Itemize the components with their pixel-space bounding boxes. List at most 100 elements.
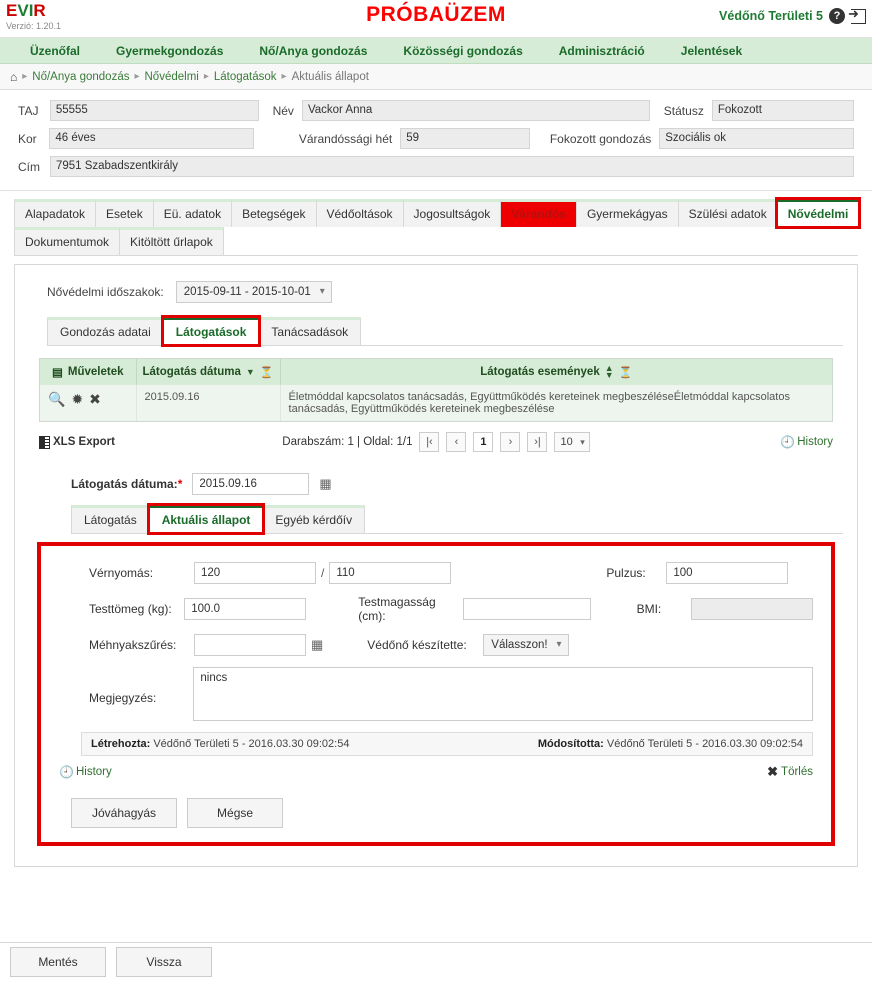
nav-item-kozossegi-gondozas[interactable]: Közösségi gondozás xyxy=(385,38,540,64)
cim-label: Cím xyxy=(18,159,40,174)
nav-item-gyermekgondozas[interactable]: Gyermekgondozás xyxy=(98,38,241,64)
subtab-tanacsadasok[interactable]: Tanácsadások xyxy=(258,317,362,345)
approve-button[interactable]: Jóváhagyás xyxy=(71,798,178,829)
patient-row-3: Cím 7951 Szabadszentkirály xyxy=(18,156,854,177)
testtomeg-label: Testtömeg (kg): xyxy=(89,602,172,617)
breadcrumb-separator: ▸ xyxy=(203,71,209,82)
record-history-label: History xyxy=(75,766,112,779)
tab-gyermekagyas[interactable]: Gyermekágyas xyxy=(575,199,679,227)
modified-info: Módosította: Védőnő Területi 5 - 2016.03… xyxy=(538,738,803,750)
subtab-gondozas-adatai[interactable]: Gondozás adatai xyxy=(47,317,164,345)
inner-tab-latogatas[interactable]: Látogatás xyxy=(71,505,150,534)
varandossagi-het-label: Várandóssági hét xyxy=(298,131,393,146)
table-header-row: ▤ Műveletek Látogatás dátuma ▼ ⏳ Látogat… xyxy=(40,359,832,386)
tab-novedelmi[interactable]: Nővédelmi xyxy=(774,197,862,229)
tab-dokumentumok[interactable]: Dokumentumok xyxy=(14,227,121,255)
logout-icon[interactable] xyxy=(848,6,866,24)
edit-icon[interactable]: ✹ xyxy=(71,391,83,408)
sort-desc-icon[interactable]: ▼ xyxy=(246,367,255,377)
col-header-latogatas-esemenyek[interactable]: Látogatás események ▲ ▼ ⏳ xyxy=(280,359,832,386)
tab-varandos[interactable]: Várandós xyxy=(500,199,577,227)
main-tabs-row-2: Dokumentumok Kitöltött űrlapok xyxy=(14,227,858,255)
vernyomas-diastolic-input[interactable] xyxy=(329,562,452,585)
testtomeg-input[interactable] xyxy=(184,598,307,621)
pager-last-button[interactable]: ›| xyxy=(527,432,548,453)
nav-item-jelentesek[interactable]: Jelentések xyxy=(663,38,760,64)
breadcrumb-item-2[interactable]: Nővédelmi xyxy=(145,71,199,83)
calendar-icon[interactable]: ▦ xyxy=(311,637,323,653)
modified-label: Módosította: xyxy=(537,738,604,751)
tab-szulesi-adatok[interactable]: Szülési adatok xyxy=(677,199,778,227)
testmagassag-input[interactable] xyxy=(462,598,591,621)
pulzus-input[interactable] xyxy=(666,562,789,585)
tab-vedooltasok[interactable]: Védőoltások xyxy=(315,199,404,227)
form-row-testtomeg: Testtömeg (kg): Testmagasság (cm): BMI: xyxy=(59,595,813,623)
sort-both-icon[interactable]: ▲ ▼ xyxy=(605,363,614,379)
back-button[interactable]: Vissza xyxy=(116,947,212,977)
pager-controls: Darabszám: 1 | Oldal: 1/1 |‹ ‹ 1 › ›| 10 xyxy=(39,432,833,453)
footer-divider xyxy=(0,942,872,943)
patient-info-panel: TAJ 55555 Név Vackor Anna Státusz Fokozo… xyxy=(0,90,872,191)
megjegyzes-label: Megjegyzés: xyxy=(89,691,157,706)
mehnyakszures-label: Méhnyakszűrés: xyxy=(89,638,177,653)
table-row: 🔍 ✹ ✖ 2015.09.16 Életmóddal kapcsolatos … xyxy=(40,385,832,422)
help-icon[interactable]: ? xyxy=(829,8,845,24)
visit-date-row: Látogatás dátuma:* ▦ xyxy=(71,473,843,496)
columns-icon[interactable]: ▤ xyxy=(52,365,63,379)
record-delete-link[interactable]: ✖ Törlés xyxy=(767,764,813,780)
vernyomas-systolic-input[interactable] xyxy=(194,562,316,585)
tab-kitoltott-urlapok[interactable]: Kitöltött űrlapok xyxy=(119,227,224,255)
visit-date-label: Látogatás dátuma:* xyxy=(71,477,183,492)
main-tabs: Alapadatok Esetek Eü. adatok Betegségek … xyxy=(0,191,872,255)
visits-table: ▤ Műveletek Látogatás dátuma ▼ ⏳ Látogat… xyxy=(40,359,832,422)
home-icon[interactable]: ⌂ xyxy=(10,70,17,84)
pager-next-button[interactable]: › xyxy=(500,432,521,453)
nav-item-adminisztracio[interactable]: Adminisztráció xyxy=(541,38,663,64)
form-row-vernyomas: Vérnyomás: / Pulzus: xyxy=(59,562,813,585)
inner-tab-egyeb-kerdoiv[interactable]: Egyéb kérdőív xyxy=(262,505,366,534)
megjegyzes-textarea[interactable]: nincs xyxy=(193,667,813,722)
nav-item-no-anya-gondozas[interactable]: Nő/Anya gondozás xyxy=(241,38,385,64)
pulzus-label: Pulzus: xyxy=(606,566,646,581)
pager-first-button[interactable]: |‹ xyxy=(419,432,440,453)
taj-label: TAJ xyxy=(18,103,39,118)
subtab-latogatasok[interactable]: Látogatások xyxy=(160,315,262,347)
created-label: Létrehozta: xyxy=(91,738,151,751)
pager-current-page[interactable]: 1 xyxy=(473,432,494,453)
statusz-value: Fokozott xyxy=(711,100,854,121)
visits-table-body: 🔍 ✹ ✖ 2015.09.16 Életmóddal kapcsolatos … xyxy=(40,385,832,422)
user-area: Védőnő Területi 5 ? xyxy=(719,6,866,24)
tab-esetek[interactable]: Esetek xyxy=(95,199,154,227)
record-history-link[interactable]: 🕘 History xyxy=(59,765,112,779)
tab-betegsegek[interactable]: Betegségek xyxy=(231,199,317,227)
col-header-muveletek: ▤ Műveletek xyxy=(40,359,137,386)
cancel-button[interactable]: Mégse xyxy=(187,798,284,829)
save-button[interactable]: Mentés xyxy=(10,947,106,977)
tab-eu-adatok[interactable]: Eü. adatok xyxy=(152,199,233,227)
mehnyakszures-input[interactable] xyxy=(194,634,306,657)
breadcrumb-item-1[interactable]: Nő/Anya gondozás xyxy=(32,71,129,83)
tab-jogosultsagok[interactable]: Jogosultságok xyxy=(402,199,502,227)
pager-pagesize-select[interactable]: 10 xyxy=(554,432,590,453)
pager-prev-button[interactable]: ‹ xyxy=(446,432,467,453)
breadcrumb-separator: ▸ xyxy=(281,71,287,82)
fokozott-gondozas-value: Szociális ok xyxy=(659,128,854,149)
content-panel: Nővédelmi időszakok: 2015-09-11 - 2015-1… xyxy=(14,264,858,868)
inner-tab-aktualis-allapot[interactable]: Aktuális állapot xyxy=(146,503,266,536)
nav-item-uzenofal[interactable]: Üzenőfal xyxy=(12,38,98,64)
calendar-icon[interactable]: ▦ xyxy=(319,476,331,492)
visit-date-input[interactable] xyxy=(192,473,310,496)
period-select[interactable]: 2015-09-11 - 2015-10-01 xyxy=(175,281,332,303)
filter-icon[interactable]: ⏳ xyxy=(260,366,274,379)
aktualis-allapot-form: Vérnyomás: / Pulzus: Testtömeg (kg): Tes… xyxy=(37,542,835,847)
kor-label: Kor xyxy=(18,131,37,146)
filter-icon[interactable]: ⏳ xyxy=(619,366,633,379)
view-icon[interactable]: 🔍 xyxy=(48,391,65,408)
breadcrumb-item-3[interactable]: Látogatások xyxy=(214,71,277,83)
delete-icon[interactable]: ✖ xyxy=(89,391,101,408)
vedono-keszitette-select[interactable]: Válasszon! xyxy=(483,634,569,657)
main-navigation: Üzenőfal Gyermekgondozás Nő/Anya gondozá… xyxy=(0,38,872,64)
breadcrumb-separator: ▸ xyxy=(134,71,140,82)
col-header-latogatas-datuma[interactable]: Látogatás dátuma ▼ ⏳ xyxy=(136,359,281,386)
tab-alapadatok[interactable]: Alapadatok xyxy=(14,199,97,227)
